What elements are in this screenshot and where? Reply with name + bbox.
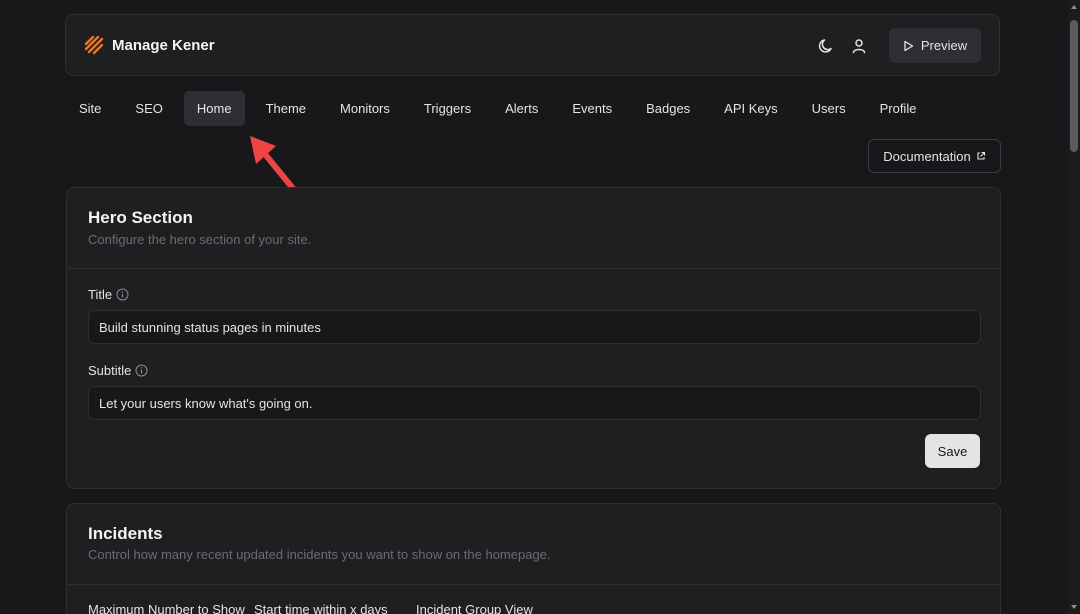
documentation-button[interactable]: Documentation	[868, 139, 1001, 173]
info-icon[interactable]	[135, 364, 148, 377]
scroll-down-icon[interactable]	[1070, 603, 1078, 611]
hero-section-card: Hero Section Configure the hero section …	[66, 187, 1001, 489]
tab-alerts[interactable]: Alerts	[492, 91, 551, 126]
tab-events[interactable]: Events	[559, 91, 625, 126]
title-input[interactable]: Build stunning status pages in minutes	[88, 310, 981, 344]
hero-section-title: Hero Section	[88, 208, 193, 227]
page: Manage Kener Preview Site SEO Home Theme…	[0, 0, 1068, 614]
tab-site[interactable]: Site	[66, 91, 114, 126]
divider	[67, 584, 1000, 585]
subtitle-field-label: Subtitle	[88, 363, 148, 378]
kener-logo-icon	[84, 35, 104, 55]
info-icon[interactable]	[116, 288, 129, 301]
subtitle-label-text: Subtitle	[88, 363, 132, 378]
scroll-thumb[interactable]	[1070, 20, 1078, 152]
app-title: Manage Kener	[112, 36, 215, 54]
vertical-scrollbar[interactable]	[1068, 0, 1080, 614]
hero-section-description: Configure the hero section of your site.	[88, 232, 312, 247]
documentation-label: Documentation	[883, 148, 971, 164]
tab-badges[interactable]: Badges	[633, 91, 703, 126]
user-icon[interactable]	[850, 37, 868, 55]
top-header: Manage Kener Preview	[65, 14, 1000, 76]
moon-icon[interactable]	[817, 37, 835, 55]
preview-button[interactable]: Preview	[889, 28, 981, 63]
tab-home[interactable]: Home	[183, 91, 245, 126]
subtitle-input[interactable]: Let your users know what's going on.	[88, 386, 981, 420]
play-icon	[904, 40, 914, 51]
brand[interactable]: Manage Kener	[84, 35, 215, 55]
tab-monitors[interactable]: Monitors	[327, 91, 403, 126]
title-field-label: Title	[88, 287, 129, 302]
tab-theme[interactable]: Theme	[253, 91, 319, 126]
divider	[67, 268, 1000, 269]
tab-triggers[interactable]: Triggers	[411, 91, 484, 126]
incidents-card: Incidents Control how many recent update…	[66, 503, 1001, 614]
tab-profile[interactable]: Profile	[867, 91, 930, 126]
save-button[interactable]: Save	[925, 434, 980, 468]
tab-users[interactable]: Users	[799, 91, 859, 126]
max-number-label: Maximum Number to Show	[88, 602, 245, 614]
tab-seo[interactable]: SEO	[122, 91, 175, 126]
title-label-text: Title	[88, 287, 113, 302]
incident-group-view-label: Incident Group View	[416, 602, 533, 614]
incidents-title: Incidents	[88, 524, 163, 543]
incidents-description: Control how many recent updated incident…	[88, 547, 551, 562]
external-link-icon	[977, 151, 985, 160]
start-time-label: Start time within x days	[254, 602, 388, 614]
preview-label: Preview	[920, 38, 968, 53]
tab-api-keys[interactable]: API Keys	[711, 91, 790, 126]
scroll-up-icon[interactable]	[1070, 3, 1078, 11]
settings-tabs: Site SEO Home Theme Monitors Triggers Al…	[66, 91, 937, 126]
